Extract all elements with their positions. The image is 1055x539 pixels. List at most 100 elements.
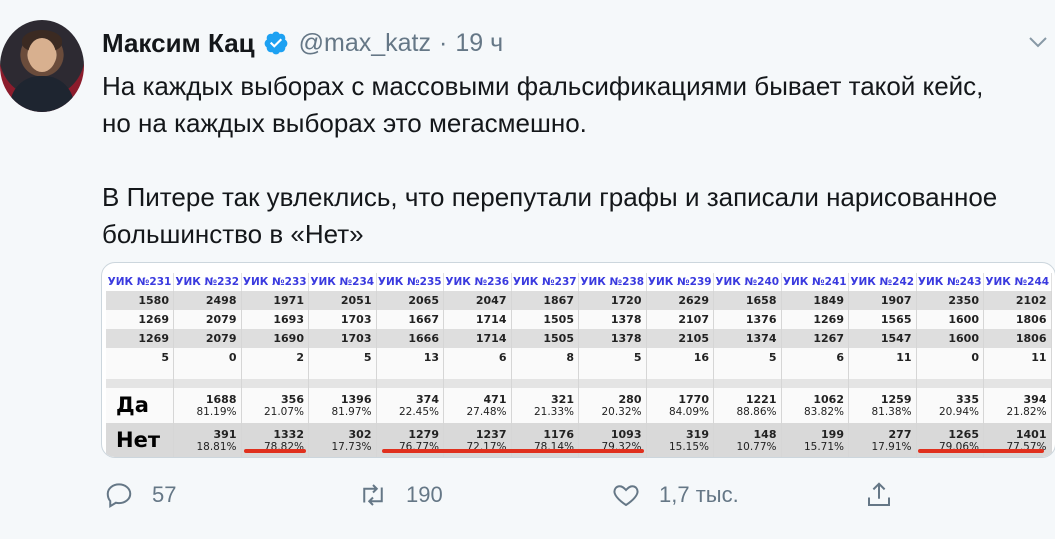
table-cell: 1267 <box>781 329 849 348</box>
table-cell: 2102 <box>983 291 1052 310</box>
no-cell: 277 17.91% <box>848 423 917 457</box>
yes-cell: 1396 81.97% <box>308 388 377 423</box>
table-cell: 8 <box>511 348 579 367</box>
column-header: УИК №232 <box>173 273 242 291</box>
vote-count: 471 <box>483 392 507 406</box>
table-cell: 1376 <box>713 310 782 329</box>
vote-count: 321 <box>551 392 574 406</box>
vote-percent: 21.82% <box>1006 405 1047 418</box>
table-cell: 1867 <box>511 291 579 310</box>
tweet-actions: 57 190 1,7 тыс. <box>104 480 1044 512</box>
table-row: 1580 2498 1971 2051 2065 2047 1867 1720 2629 1658… <box>106 291 1052 310</box>
vote-count: 277 <box>888 427 912 441</box>
yes-cell: 1259 81.38% <box>848 388 917 423</box>
yes-cell: 321 21.33% <box>511 388 579 423</box>
vote-percent: 83.82% <box>803 405 844 418</box>
red-underline <box>244 449 306 453</box>
vote-count: 280 <box>618 392 642 406</box>
table-spacer <box>106 367 1052 379</box>
table-cell: 2051 <box>308 291 377 310</box>
vote-count: 199 <box>821 427 844 441</box>
table-cell: 1600 <box>916 310 984 329</box>
table-cell: 1269 <box>106 329 174 348</box>
table-cell: 2079 <box>173 310 242 329</box>
share-button[interactable] <box>864 480 894 510</box>
red-underline <box>382 449 644 453</box>
table-cell: 11 <box>848 348 917 367</box>
table-row: 1269 2079 1690 1703 1666 1714 1505 1378 2105 1374… <box>106 329 1052 348</box>
table-cell: 1714 <box>443 329 512 348</box>
vote-count: 356 <box>281 392 304 406</box>
verified-badge-icon <box>264 31 288 55</box>
heart-icon <box>613 485 639 507</box>
avatar[interactable] <box>0 20 84 112</box>
table-cell: 1269 <box>781 310 849 329</box>
red-underline <box>918 449 1044 453</box>
column-header: УИК №234 <box>308 273 377 291</box>
vote-count: 1770 <box>678 392 709 406</box>
yes-cell: 1221 88.86% <box>713 388 782 423</box>
vote-percent: 15.71% <box>803 440 844 453</box>
vote-count: 1259 <box>880 392 912 406</box>
table-cell: 16 <box>646 348 714 367</box>
column-header: УИК №239 <box>646 273 714 291</box>
table-cell: 1971 <box>241 291 309 310</box>
vote-percent: 22.45% <box>398 405 439 418</box>
table-cell: 1720 <box>578 291 647 310</box>
table-cell: 1806 <box>983 329 1052 348</box>
table-cell: 1505 <box>511 329 579 348</box>
yes-cell: 335 20.94% <box>916 388 984 423</box>
vote-count: 1062 <box>813 392 844 406</box>
table-cell: 1565 <box>848 310 917 329</box>
vote-count: 1237 <box>475 427 507 441</box>
table-cell: 1690 <box>241 329 309 348</box>
table-cell: 2 <box>241 348 309 367</box>
table-cell: 1658 <box>713 291 782 310</box>
table-cell: 1547 <box>848 329 917 348</box>
table-cell: 1374 <box>713 329 782 348</box>
table-cell: 2629 <box>646 291 714 310</box>
no-cell: 319 15.15% <box>646 423 714 457</box>
table-cell: 2065 <box>376 291 444 310</box>
author-name[interactable]: Максим Кац <box>102 28 255 59</box>
vote-count: 1093 <box>610 427 642 441</box>
column-header: УИК №231 <box>106 273 174 291</box>
table-cell: 1907 <box>848 291 917 310</box>
table-cell: 5 <box>106 348 174 367</box>
column-header: УИК №233 <box>241 273 309 291</box>
chevron-down-icon[interactable] <box>1027 34 1049 50</box>
table-cell: 0 <box>916 348 984 367</box>
author-handle[interactable]: @max_katz <box>299 29 431 58</box>
vote-percent: 27.48% <box>466 405 507 418</box>
table-cell: 13 <box>376 348 444 367</box>
vote-count: 374 <box>416 392 439 406</box>
reply-button[interactable]: 57 <box>104 480 176 510</box>
table-cell: 6 <box>443 348 512 367</box>
table-cell: 1714 <box>443 310 512 329</box>
column-header: УИК №238 <box>578 273 647 291</box>
table-cell: 1580 <box>106 291 174 310</box>
column-header: УИК №244 <box>983 273 1052 291</box>
reply-count: 57 <box>152 482 177 507</box>
vote-percent: 20.32% <box>601 405 642 418</box>
retweet-button[interactable]: 190 <box>358 480 443 510</box>
tweet-line: На каждых выборах с массовыми фальсифика… <box>102 71 984 101</box>
column-header: УИК №237 <box>511 273 579 291</box>
table-cell: 6 <box>781 348 849 367</box>
table-cell: 5 <box>713 348 782 367</box>
tweet-media-image[interactable]: УИК №231 УИК №232 УИК №233 УИК №234 УИК №235… <box>101 262 1055 458</box>
vote-count: 1279 <box>408 427 439 441</box>
table-cell: 1378 <box>578 310 647 329</box>
tweet-header: Максим Кац @max_katz · 19 ч <box>102 26 503 60</box>
tweet-time[interactable]: 19 ч <box>455 29 503 58</box>
table-cell: 5 <box>578 348 647 367</box>
vote-count: 302 <box>348 427 372 441</box>
table-header-row: УИК №231 УИК №232 УИК №233 УИК №234 УИК №235… <box>106 273 1052 291</box>
like-button[interactable]: 1,7 тыс. <box>611 480 739 510</box>
vote-percent: 15.15% <box>668 440 709 453</box>
vote-percent: 84.09% <box>668 405 709 418</box>
vote-count: 148 <box>753 427 777 441</box>
vote-count: 335 <box>956 392 979 406</box>
table-cell: 1505 <box>511 310 579 329</box>
column-header: УИК №235 <box>376 273 444 291</box>
